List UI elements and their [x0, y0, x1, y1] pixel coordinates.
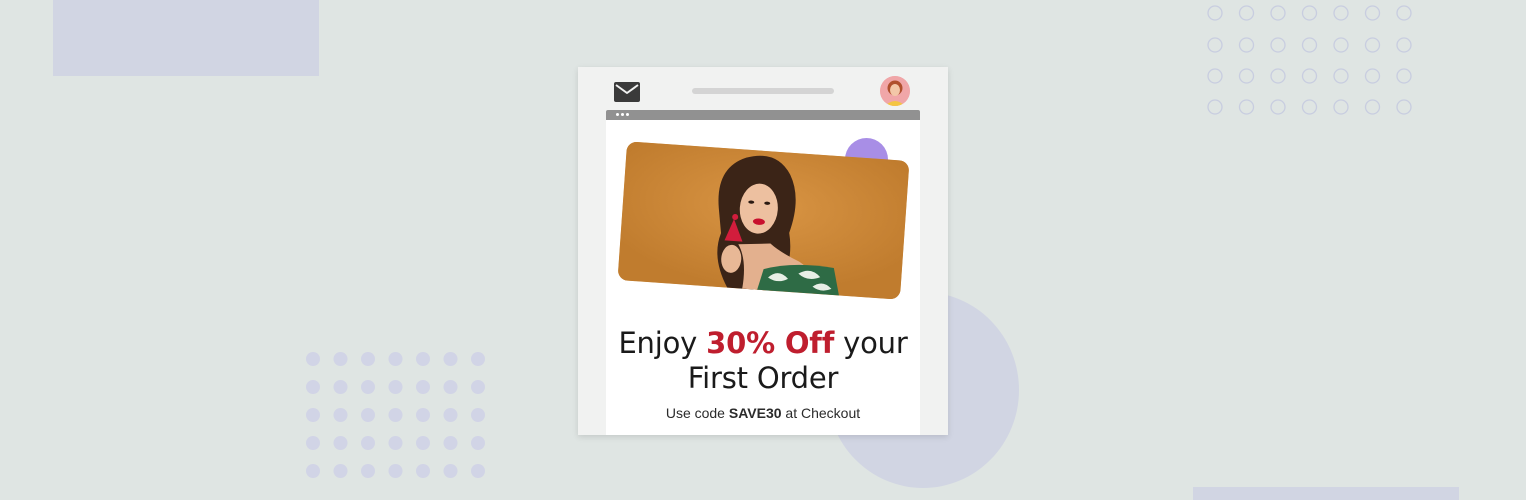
decorative-dot-grid: [306, 352, 485, 478]
decorative-ring-grid: [1207, 5, 1412, 115]
woman-portrait-icon: [617, 141, 910, 300]
browser-frame-bar: [606, 110, 920, 120]
email-content: Enjoy 30% Off your First Order Use code …: [606, 120, 920, 435]
headline-post-text: your: [834, 326, 908, 360]
decorative-rectangle-bottom: [1193, 487, 1459, 500]
promo-code: SAVE30: [728, 405, 782, 421]
email-window: Enjoy 30% Off your First Order Use code …: [578, 67, 948, 435]
promo-headline: Enjoy 30% Off your First Order: [606, 326, 920, 396]
mail-icon[interactable]: [614, 82, 640, 102]
address-bar[interactable]: [692, 88, 834, 94]
avatar-portrait-icon: [880, 76, 910, 106]
headline-pre-text: Enjoy: [618, 326, 707, 360]
headline-line-two: First Order: [687, 361, 839, 395]
decorative-rectangle-top: [53, 0, 319, 76]
hero-image: [617, 141, 910, 300]
discount-highlight: 30% Off: [706, 326, 835, 360]
promo-code-line: Use code SAVE30 at Checkout: [606, 405, 920, 421]
code-pre-text: Use code: [665, 405, 729, 421]
code-post-text: at Checkout: [781, 405, 861, 421]
window-dots-icon: [616, 113, 632, 117]
avatar[interactable]: [880, 76, 910, 106]
